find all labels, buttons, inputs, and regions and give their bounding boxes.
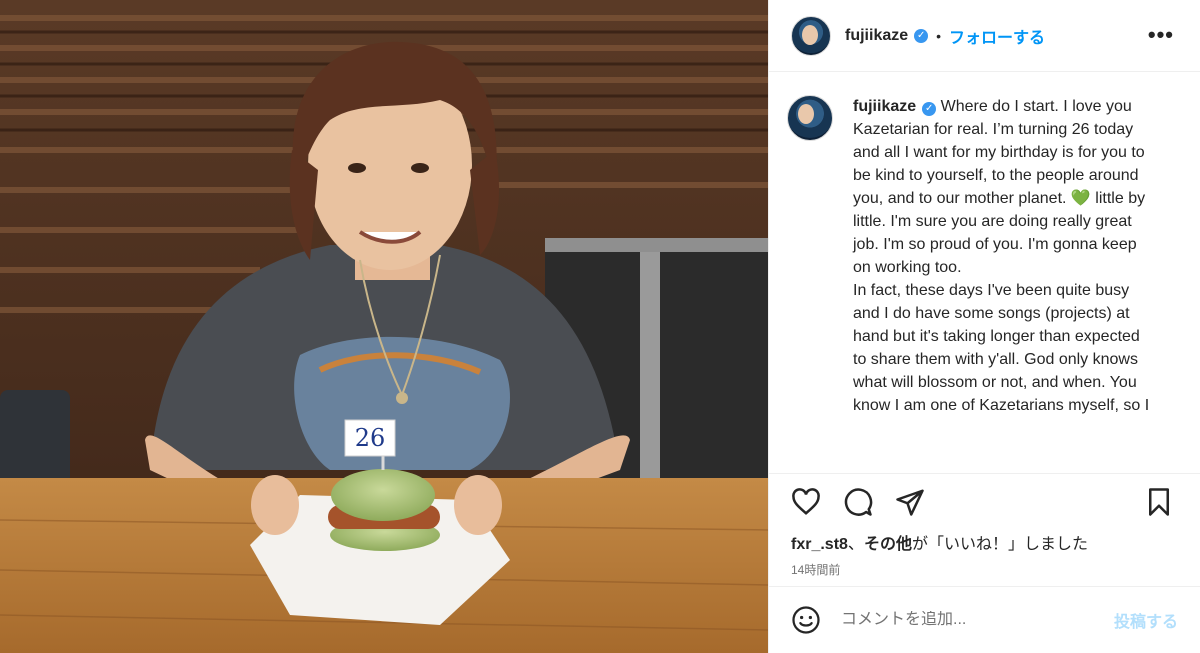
likes-line: fxr_.st8、その他が「いいね！」しました bbox=[791, 530, 1178, 554]
follow-button[interactable]: フォローする bbox=[949, 24, 1045, 48]
caption-avatar[interactable] bbox=[787, 95, 833, 141]
post-timestamp[interactable]: 14時間前 bbox=[791, 561, 1178, 578]
caption-text: fujiikaze ✓ Where do I start. I love you … bbox=[853, 95, 1153, 473]
post-comment-button[interactable]: 投稿する bbox=[1114, 608, 1178, 632]
caption-section: fujiikaze ✓ Where do I start. I love you … bbox=[769, 73, 1200, 473]
photo-illustration: 26 bbox=[0, 0, 768, 653]
likes-others-link[interactable]: その他 bbox=[864, 536, 912, 553]
separator-dot: • bbox=[936, 27, 942, 44]
comment-bar: 投稿する bbox=[769, 586, 1200, 653]
liker-username[interactable]: fxr_.st8 bbox=[791, 536, 848, 553]
post-sidebar: fujiikaze ✓ • フォローする ••• fujiikaze ✓ Wher… bbox=[768, 0, 1200, 653]
send-icon[interactable] bbox=[895, 487, 925, 517]
caption-username[interactable]: fujiikaze bbox=[853, 98, 916, 115]
post-dialog: 26 fujiikaze ✓ • フォローする ••• fujiikaze ✓ W… bbox=[0, 0, 1200, 653]
action-bar: fxr_.st8、その他が「いいね！」しました 14時間前 bbox=[769, 473, 1200, 578]
green-heart-emoji: 💚 bbox=[1070, 190, 1091, 207]
likes-separator: 、 bbox=[847, 536, 864, 553]
caption-body-part2: little by little. I'm sure you are doing… bbox=[853, 190, 1150, 414]
verified-badge-icon: ✓ bbox=[914, 28, 929, 43]
post-photo[interactable]: 26 bbox=[0, 0, 768, 653]
likes-suffix: が「いいね！」しました bbox=[911, 536, 1088, 553]
avatar[interactable] bbox=[791, 15, 831, 56]
bookmark-icon[interactable] bbox=[1144, 487, 1174, 517]
emoji-picker-icon[interactable] bbox=[791, 605, 821, 635]
heart-icon[interactable] bbox=[791, 487, 821, 517]
flag-number: 26 bbox=[355, 424, 386, 452]
post-header: fujiikaze ✓ • フォローする ••• bbox=[769, 0, 1200, 72]
caption-verified-badge-icon: ✓ bbox=[922, 102, 937, 116]
comment-input[interactable] bbox=[841, 611, 1114, 629]
header-username[interactable]: fujiikaze bbox=[845, 27, 908, 45]
more-options-icon[interactable]: ••• bbox=[1148, 22, 1174, 48]
comment-icon[interactable] bbox=[843, 487, 873, 517]
